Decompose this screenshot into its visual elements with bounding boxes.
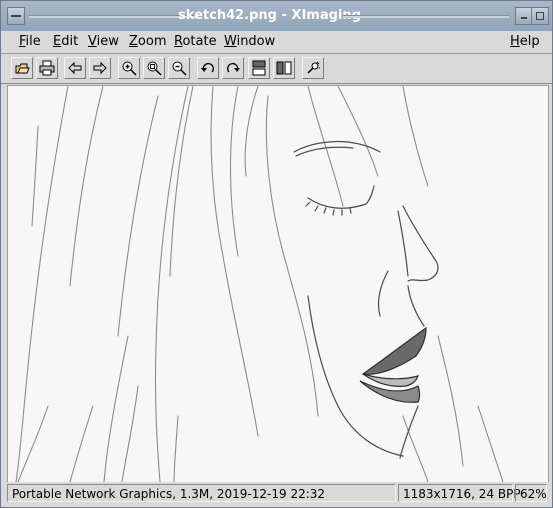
zoom-out-button[interactable] (168, 57, 190, 79)
status-file-info: Portable Network Graphics, 1.3M, 2019-12… (7, 484, 396, 502)
menu-zoom[interactable]: Zoom (127, 33, 168, 51)
status-zoom: 62% (515, 484, 547, 502)
zoom-fit-icon (147, 61, 162, 76)
flip-vertical-button[interactable] (248, 57, 270, 79)
menu-help[interactable]: Help (508, 33, 542, 51)
previous-button[interactable] (64, 57, 86, 79)
print-icon (39, 60, 55, 76)
zoom-out-icon (172, 61, 187, 76)
zoom-in-button[interactable] (118, 57, 140, 79)
menu-bar: File Edit View Zoom Rotate Window Help (1, 31, 552, 54)
rotate-right-button[interactable] (222, 57, 244, 79)
app-window: sketch42.png - XImaging File Edit View Z… (0, 0, 553, 508)
toolbar (1, 54, 552, 84)
title-bar[interactable]: sketch42.png - XImaging (1, 1, 552, 31)
menu-file[interactable]: File (17, 33, 43, 51)
previous-icon (68, 61, 82, 75)
status-bar: Portable Network Graphics, 1.3M, 2019-12… (1, 482, 552, 506)
open-button[interactable] (11, 57, 33, 79)
flip-vertical-icon (252, 60, 266, 76)
title-decoration-right (343, 15, 509, 18)
rotate-left-icon (201, 62, 215, 73)
next-button[interactable] (89, 57, 111, 79)
brightness-button[interactable] (302, 57, 324, 79)
next-icon (93, 61, 107, 75)
zoom-fit-button[interactable] (143, 57, 165, 79)
menu-window[interactable]: Window (222, 33, 277, 51)
image-canvas[interactable] (7, 85, 549, 483)
print-button[interactable] (36, 57, 58, 79)
sketch-image (8, 86, 548, 482)
menu-view[interactable]: View (86, 33, 121, 51)
brightness-icon (307, 61, 320, 74)
menu-edit[interactable]: Edit (51, 33, 80, 51)
zoom-in-icon (122, 61, 137, 76)
rotate-right-icon (226, 62, 240, 73)
status-dimensions: 1183x1716, 24 BPP (398, 484, 521, 502)
menu-rotate[interactable]: Rotate (172, 33, 219, 51)
flip-horizontal-icon (276, 61, 292, 75)
window-menu-button[interactable] (7, 7, 25, 25)
rotate-left-button[interactable] (197, 57, 219, 79)
flip-horizontal-button[interactable] (273, 57, 295, 79)
open-icon (15, 63, 30, 74)
maximize-button[interactable] (531, 7, 549, 25)
